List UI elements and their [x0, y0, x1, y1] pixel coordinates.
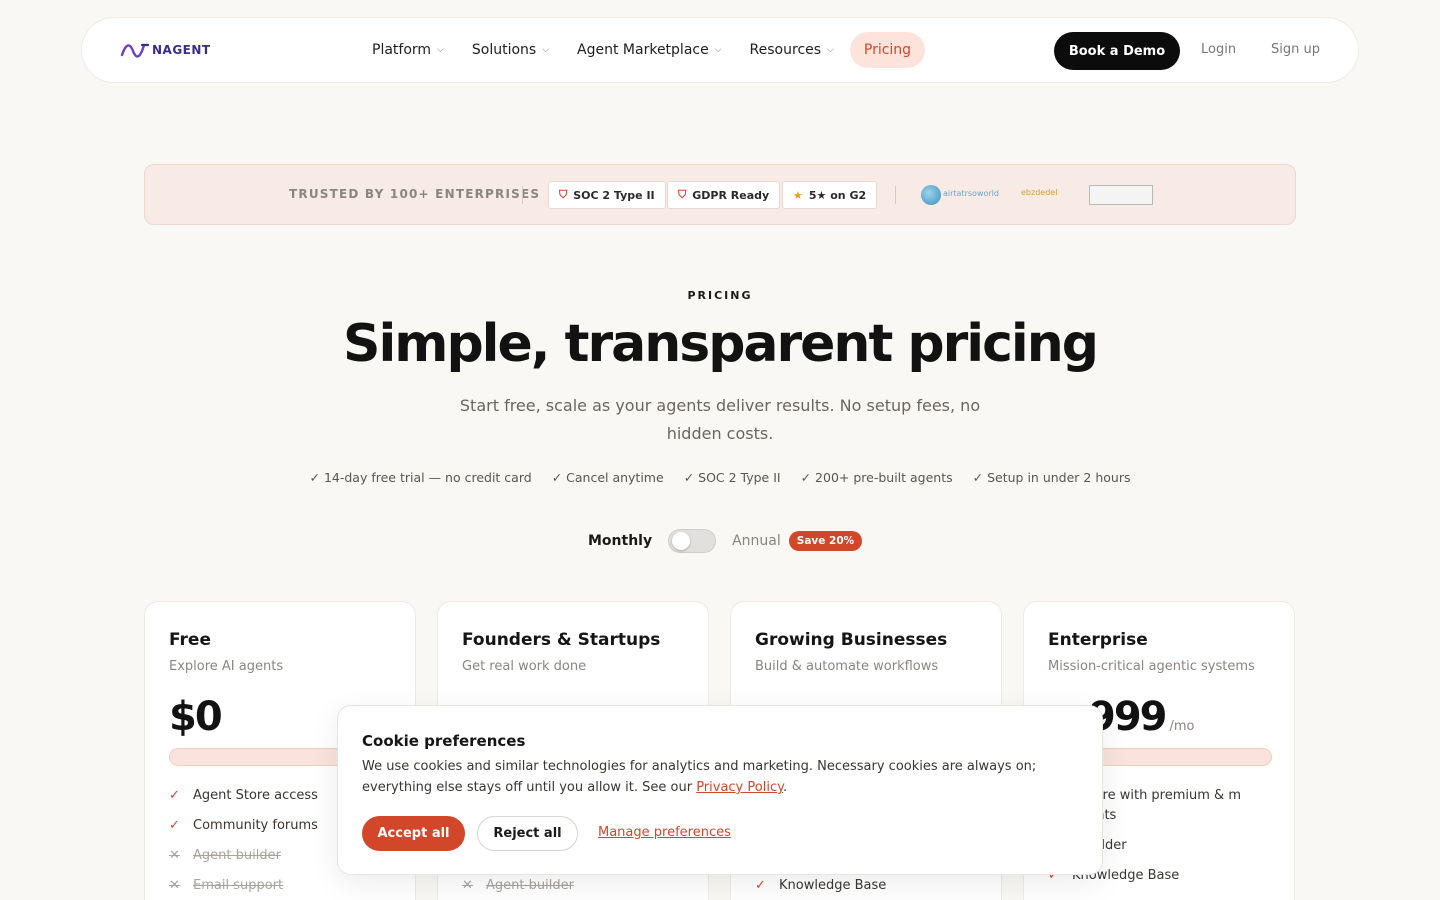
- plan-price: $0: [169, 694, 223, 740]
- cookie-text: We use cookies and similar technologies …: [362, 756, 1082, 798]
- benefit-checks: ✓ 14-day free trial — no credit card ✓ C…: [0, 470, 1440, 485]
- feature-text: Agent builder: [193, 848, 281, 863]
- check-item: ✓ SOC 2 Type II: [683, 470, 781, 485]
- pricing-eyebrow: PRICING: [687, 289, 753, 302]
- plan-period: /mo: [1169, 719, 1195, 734]
- gdpr-badge: ⛉ GDPR Ready: [667, 181, 781, 209]
- wave-logo-icon: [120, 43, 150, 58]
- period: .: [782, 780, 788, 795]
- plan-name: Free: [169, 630, 211, 650]
- x-icon: ✕: [462, 878, 473, 893]
- customer-logo-icon: [921, 185, 941, 205]
- x-icon: ✕: [169, 848, 180, 863]
- customer-logo-1: airtatrsoworld: [943, 189, 999, 198]
- save-badge: Save 20%: [788, 531, 863, 551]
- top-navbar: NAGENT Platform ⌵ Solutions ⌵ Agent Mark…: [81, 17, 1359, 83]
- divider: [522, 186, 523, 204]
- nagent-logo[interactable]: NAGENT: [120, 39, 211, 61]
- reject-all-button[interactable]: Reject all: [477, 816, 578, 851]
- signup-link[interactable]: Sign up: [1271, 42, 1320, 57]
- star-icon: ★: [793, 188, 803, 202]
- nav-agent-marketplace-label: Agent Marketplace: [577, 42, 709, 58]
- plan-desc: Build & automate workflows: [755, 659, 939, 674]
- login-link[interactable]: Login: [1201, 42, 1236, 57]
- billing-toggle-switch[interactable]: [668, 529, 717, 553]
- manage-preferences-link[interactable]: Manage preferences: [598, 825, 731, 840]
- trust-bar: TRUSTED BY 100+ ENTERPRISES ⛉ SOC 2 Type…: [144, 164, 1296, 225]
- nav-resources-label: Resources: [749, 42, 822, 58]
- soc2-badge-label: SOC 2 Type II: [573, 188, 655, 202]
- feature-text: Agent builder: [486, 878, 574, 893]
- check-item: ✓ Cancel anytime: [551, 470, 664, 485]
- x-icon: ✕: [169, 878, 180, 893]
- nav-links: Platform ⌵ Solutions ⌵ Agent Marketplace…: [358, 32, 926, 68]
- plan-desc: Get real work done: [462, 659, 587, 674]
- nav-agent-marketplace[interactable]: Agent Marketplace ⌵: [563, 32, 736, 68]
- plan-name: Growing Businesses: [755, 630, 948, 650]
- toggle-knob: [672, 532, 691, 550]
- list-item: ✕ Agent builder: [462, 876, 686, 896]
- feature-text: Community forums: [193, 818, 318, 833]
- feature-text: Agent Store access: [193, 788, 318, 803]
- plan-desc: Mission-critical agentic systems: [1048, 659, 1255, 674]
- divider: [895, 186, 896, 204]
- annual-label[interactable]: Annual: [732, 533, 781, 549]
- shield-icon: ⛉: [678, 188, 687, 201]
- chevron-down-icon: ⌵: [542, 45, 550, 55]
- chevron-down-icon: ⌵: [714, 45, 722, 55]
- list-item: ✓ Knowledge Base: [755, 876, 979, 896]
- chevron-down-icon: ⌵: [827, 45, 834, 55]
- accept-all-button[interactable]: Accept all: [362, 816, 465, 851]
- check-item: ✓ Setup in under 2 hours: [972, 470, 1131, 485]
- page-title: Simple, transparent pricing: [343, 314, 1099, 374]
- cookie-banner: Cookie preferences We use cookies and si…: [337, 705, 1103, 875]
- chevron-down-icon: ⌵: [437, 45, 444, 55]
- logo-text: NAGENT: [152, 43, 211, 57]
- nav-pricing[interactable]: Pricing: [849, 32, 926, 68]
- book-demo-button[interactable]: Book a Demo: [1054, 32, 1180, 70]
- g2-badge-label: 5★ on G2: [808, 188, 867, 202]
- privacy-policy-link[interactable]: Privacy Policy: [696, 780, 783, 795]
- check-icon: ✓: [755, 878, 766, 893]
- nav-pricing-label: Pricing: [863, 42, 912, 58]
- gdpr-badge-label: GDPR Ready: [692, 188, 770, 202]
- feature-text: Email support: [193, 878, 284, 893]
- nav-solutions-label: Solutions: [471, 42, 537, 58]
- check-icon: ✓: [169, 788, 180, 803]
- nav-platform-label: Platform: [372, 42, 432, 58]
- monthly-label[interactable]: Monthly: [588, 533, 652, 549]
- nav-resources[interactable]: Resources ⌵: [736, 32, 848, 68]
- nav-solutions[interactable]: Solutions ⌵: [458, 32, 563, 68]
- check-item: ✓ 14-day free trial — no credit card: [309, 470, 532, 485]
- plan-name: Enterprise: [1048, 630, 1148, 650]
- plan-desc: Explore AI agents: [169, 659, 284, 674]
- nav-platform[interactable]: Platform ⌵: [358, 32, 458, 68]
- check-icon: ✓: [169, 818, 180, 833]
- shield-icon: ⛉: [559, 188, 568, 201]
- cookie-title: Cookie preferences: [362, 732, 526, 750]
- billing-toggle-row: Monthly Annual Save 20%: [588, 528, 863, 554]
- trust-label: TRUSTED BY 100+ ENTERPRISES: [289, 187, 541, 201]
- list-item: ✕ Email support: [169, 876, 393, 896]
- check-item: ✓ 200+ pre-built agents: [800, 470, 953, 485]
- plan-name: Founders & Startups: [462, 630, 661, 650]
- broken-image-icon: [1089, 185, 1153, 205]
- feature-text: Knowledge Base: [779, 878, 887, 893]
- plan-price-value: $0: [169, 694, 223, 740]
- g2-badge: ★ 5★ on G2: [782, 181, 878, 209]
- page-subtitle: Start free, scale as your agents deliver…: [459, 396, 981, 443]
- customer-logo-2: ebzdedel: [1021, 188, 1058, 197]
- soc2-badge: ⛉ SOC 2 Type II: [548, 181, 666, 209]
